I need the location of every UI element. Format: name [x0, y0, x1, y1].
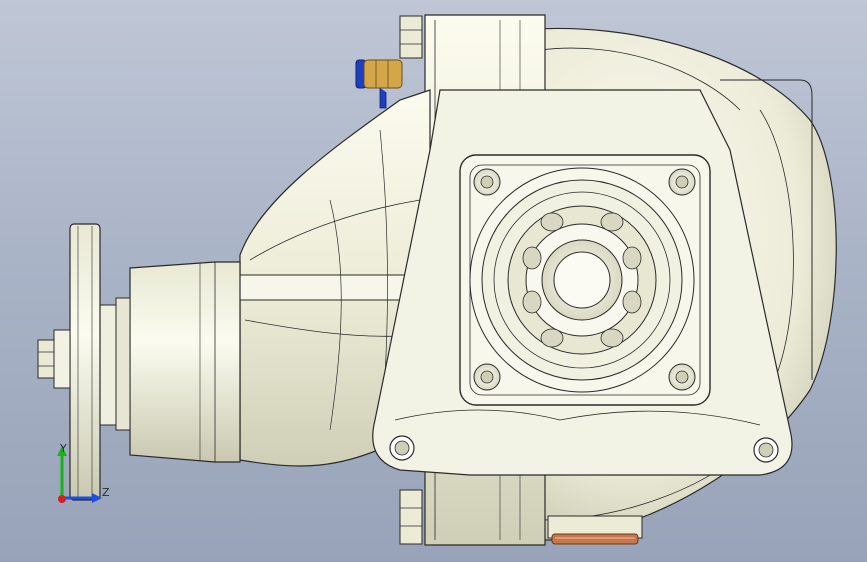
pinion-nut[interactable] — [37, 329, 71, 389]
flange-corner-bolt — [668, 363, 696, 391]
x-axis-dot — [58, 495, 66, 503]
flange-corner-bolt — [473, 363, 501, 391]
pinion-tube[interactable] — [99, 261, 241, 463]
drain-plug[interactable] — [547, 515, 643, 545]
flange-corner-bolt — [473, 168, 501, 196]
z-axis-label: Z — [102, 486, 110, 499]
differential-housing-model[interactable] — [0, 0, 867, 562]
flange-corner-bolt — [668, 168, 696, 196]
y-axis-label: Y — [60, 442, 67, 455]
cad-viewport[interactable]: Y Z — [0, 0, 867, 562]
side-bearing-flange[interactable] — [459, 154, 711, 406]
orientation-triad: Y Z — [46, 438, 116, 508]
breather-fitting[interactable] — [355, 59, 403, 109]
